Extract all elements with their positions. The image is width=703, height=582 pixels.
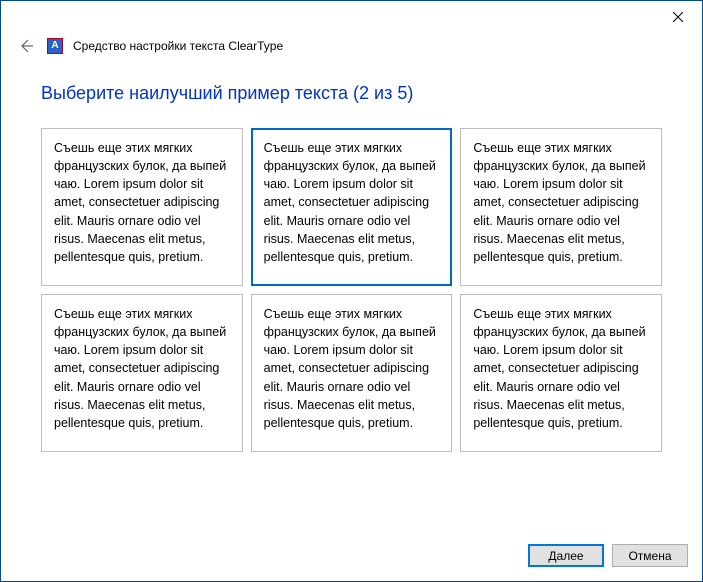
app-icon: A	[47, 38, 63, 54]
wizard-window: A Средство настройки текста ClearType Вы…	[1, 1, 702, 581]
next-button[interactable]: Далее	[528, 544, 604, 567]
close-icon	[673, 12, 683, 22]
instruction-heading: Выберите наилучший пример текста (2 из 5…	[41, 83, 662, 104]
text-sample-4[interactable]: Съешь еще этих мягких французских булок,…	[41, 294, 243, 452]
cancel-button[interactable]: Отмена	[612, 544, 688, 567]
text-sample-6[interactable]: Съешь еще этих мягких французских булок,…	[460, 294, 662, 452]
footer: Далее Отмена	[1, 534, 702, 581]
text-sample-2[interactable]: Съешь еще этих мягких французских булок,…	[251, 128, 453, 286]
window-title: Средство настройки текста ClearType	[73, 39, 283, 53]
text-sample-3[interactable]: Съешь еще этих мягких французских булок,…	[460, 128, 662, 286]
text-sample-5[interactable]: Съешь еще этих мягких французских булок,…	[251, 294, 453, 452]
back-button[interactable]	[15, 35, 37, 57]
header: A Средство настройки текста ClearType	[1, 33, 702, 65]
titlebar	[1, 1, 702, 33]
app-icon-letter: A	[51, 41, 58, 51]
back-arrow-icon	[18, 38, 34, 54]
content-area: Выберите наилучший пример текста (2 из 5…	[1, 65, 702, 534]
close-button[interactable]	[658, 3, 698, 31]
text-sample-1[interactable]: Съешь еще этих мягких французских булок,…	[41, 128, 243, 286]
sample-grid: Съешь еще этих мягких французских булок,…	[41, 128, 662, 452]
